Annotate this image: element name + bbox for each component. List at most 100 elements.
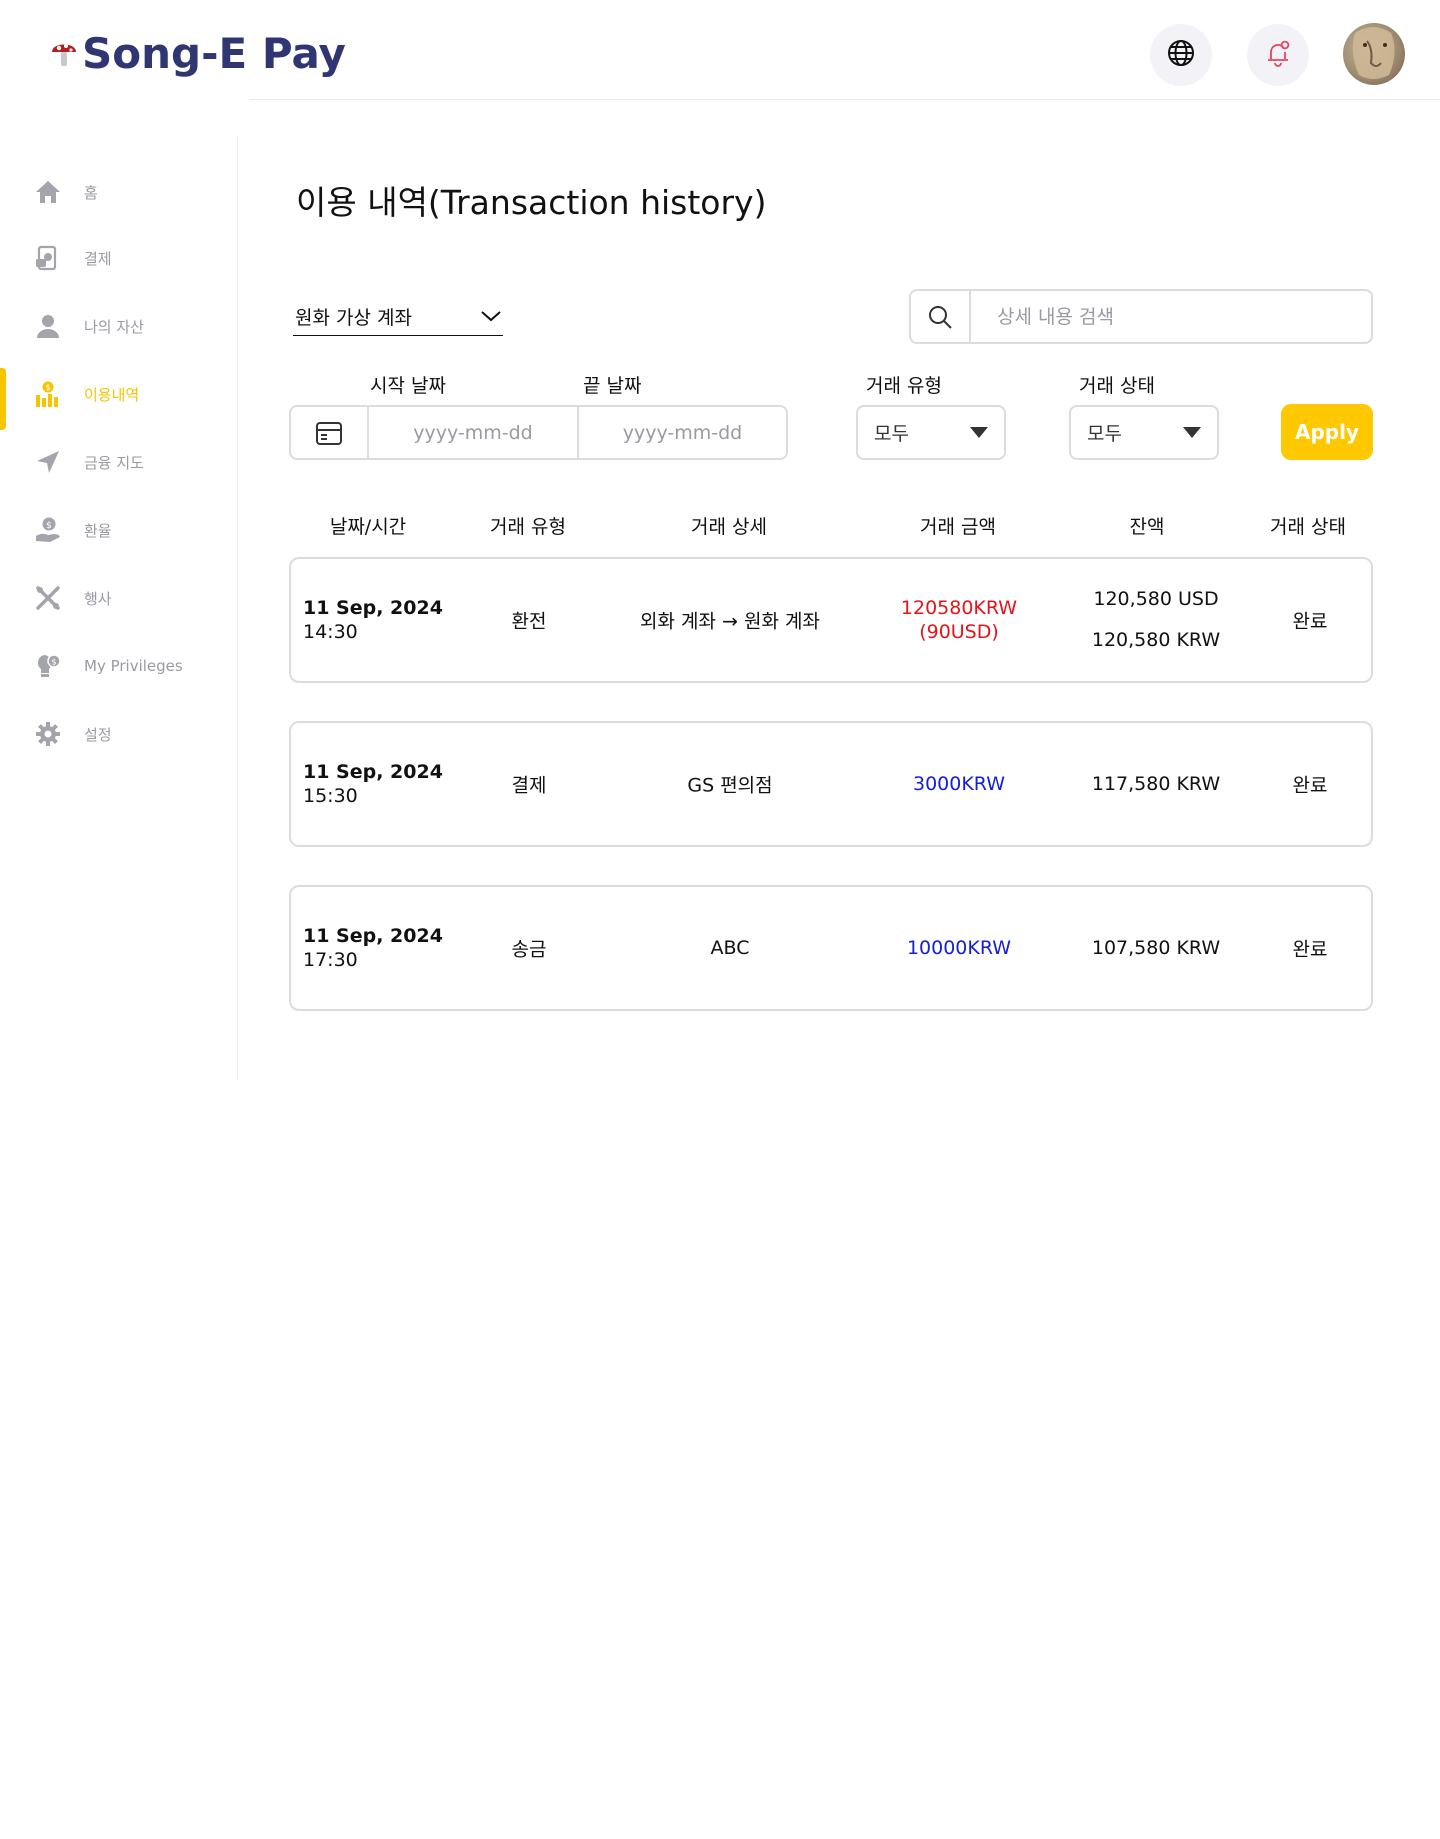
gear-icon (33, 719, 63, 749)
svg-text:$: $ (45, 383, 50, 392)
row-detail: 외화 계좌 → 원화 계좌 (640, 610, 820, 633)
caret-down-icon (970, 427, 988, 438)
row-status: 완료 (1292, 610, 1328, 633)
row-balance: 107,580 KRW (1091, 937, 1221, 959)
search-icon[interactable] (911, 291, 971, 342)
end-date-field (579, 407, 786, 458)
sidebar-item-history[interactable]: $ 이용내역 (0, 368, 238, 430)
column-header-type: 거래 유형 (490, 516, 566, 538)
column-header-amount: 거래 금액 (920, 516, 996, 538)
sidebar-item-label: 결제 (84, 249, 112, 268)
row-balance-value: 120,580 USD (1093, 588, 1219, 610)
row-date: 11 Sep, 2024 (303, 761, 443, 783)
column-header-balance: 잔액 (1129, 516, 1165, 538)
row-datetime: 11 Sep, 2024 15:30 (303, 760, 443, 808)
type-filter-value: 모두 (874, 423, 909, 445)
sidebar-item-label: 금융 지도 (84, 453, 144, 472)
row-status: 완료 (1292, 938, 1328, 961)
sidebar-item-privileges[interactable]: $ My Privileges (0, 640, 238, 692)
payment-icon (33, 243, 63, 273)
row-amount-sub: (90USD) (919, 621, 999, 643)
end-date-label: 끝 날짜 (583, 375, 642, 397)
sidebar: 홈 결제 나의 자산 $ 이용내역 금융 지도 $ 환율 행사 $ My Pri… (0, 136, 238, 1080)
row-balance: 120,580 USD 120,580 KRW (1092, 579, 1220, 661)
date-range-picker (289, 405, 788, 460)
caret-down-icon (1183, 427, 1201, 438)
column-header-detail: 거래 상세 (691, 516, 767, 538)
type-filter-select[interactable]: 모두 (856, 405, 1006, 460)
exchange-icon: $ (33, 515, 63, 545)
status-filter-select[interactable]: 모두 (1069, 405, 1219, 460)
row-time: 14:30 (303, 621, 358, 643)
page-title: 이용 내역(Transaction history) (296, 183, 767, 222)
bell-icon (1263, 38, 1293, 72)
account-select-value: 원화 가상 계좌 (295, 307, 412, 329)
row-status: 완료 (1292, 774, 1328, 797)
active-indicator (0, 368, 6, 430)
apply-button[interactable]: Apply (1281, 404, 1373, 460)
column-header-datetime: 날짜/시간 (329, 516, 407, 538)
avatar[interactable] (1343, 23, 1405, 85)
start-date-field (369, 407, 579, 458)
header-divider (250, 99, 1440, 100)
row-amount: 3000KRW (912, 773, 1006, 795)
sidebar-item-label: My Privileges (84, 657, 183, 675)
row-balance: 117,580 KRW (1091, 773, 1221, 795)
table-row[interactable]: 11 Sep, 2024 17:30 송금 ABC 10000KRW 107,5… (289, 885, 1373, 1011)
row-datetime: 11 Sep, 2024 17:30 (303, 924, 443, 972)
row-amount: 120580KRW (90USD) (901, 596, 1017, 644)
end-date-input[interactable] (579, 421, 786, 444)
search-box (909, 289, 1373, 344)
row-type: 송금 (511, 938, 547, 961)
row-detail: ABC (710, 937, 750, 959)
sidebar-item-settings[interactable]: 설정 (0, 708, 238, 760)
sidebar-item-label: 환율 (84, 521, 112, 540)
navigation-icon (33, 447, 63, 477)
sidebar-item-label: 나의 자산 (84, 317, 144, 336)
sidebar-item-home[interactable]: 홈 (0, 166, 238, 218)
row-detail: GS 편의점 (687, 774, 773, 797)
sidebar-item-label: 홈 (84, 183, 98, 202)
sidebar-item-label: 행사 (84, 589, 112, 608)
row-type: 환전 (511, 610, 547, 633)
svg-text:$: $ (46, 521, 52, 531)
brand-logo[interactable]: Song-E Pay (50, 28, 346, 80)
row-amount: 10000KRW (906, 937, 1012, 959)
row-date: 11 Sep, 2024 (303, 597, 443, 619)
user-icon (33, 311, 63, 341)
sidebar-item-label: 이용내역 (84, 385, 140, 404)
home-icon (33, 177, 63, 207)
calendar-icon[interactable] (291, 407, 369, 458)
sidebar-item-payment[interactable]: 결제 (0, 232, 238, 284)
notification-button[interactable] (1247, 24, 1309, 86)
sidebar-item-assets[interactable]: 나의 자산 (0, 300, 238, 352)
sidebar-item-map[interactable]: 금융 지도 (0, 436, 238, 488)
account-select[interactable]: 원화 가상 계좌 (293, 298, 503, 336)
sidebar-item-exchange[interactable]: $ 환율 (0, 504, 238, 556)
status-filter-label: 거래 상태 (1079, 375, 1155, 397)
privilege-icon: $ (33, 651, 63, 681)
column-header-status: 거래 상태 (1270, 516, 1346, 538)
row-date: 11 Sep, 2024 (303, 925, 443, 947)
history-icon: $ (33, 379, 63, 409)
sidebar-item-events[interactable]: 행사 (0, 572, 238, 624)
search-input[interactable] (971, 291, 1371, 342)
type-filter-label: 거래 유형 (866, 375, 942, 397)
mushroom-icon (50, 36, 78, 72)
top-header: Song-E Pay (0, 0, 1440, 100)
row-time: 17:30 (303, 949, 358, 971)
sidebar-item-label: 설정 (84, 725, 112, 744)
start-date-input[interactable] (369, 421, 577, 444)
row-time: 15:30 (303, 785, 358, 807)
table-row[interactable]: 11 Sep, 2024 15:30 결제 GS 편의점 3000KRW 117… (289, 721, 1373, 847)
table-row[interactable]: 11 Sep, 2024 14:30 환전 외화 계좌 → 원화 계좌 1205… (289, 557, 1373, 683)
brand-name: Song-E Pay (82, 29, 346, 78)
status-filter-value: 모두 (1087, 423, 1122, 445)
start-date-label: 시작 날짜 (370, 375, 446, 397)
language-button[interactable] (1150, 24, 1212, 86)
globe-icon (1166, 38, 1196, 72)
row-amount-value: 120580KRW (900, 597, 1018, 619)
tools-icon (33, 583, 63, 613)
row-datetime: 11 Sep, 2024 14:30 (303, 596, 443, 644)
svg-text:$: $ (51, 658, 56, 667)
